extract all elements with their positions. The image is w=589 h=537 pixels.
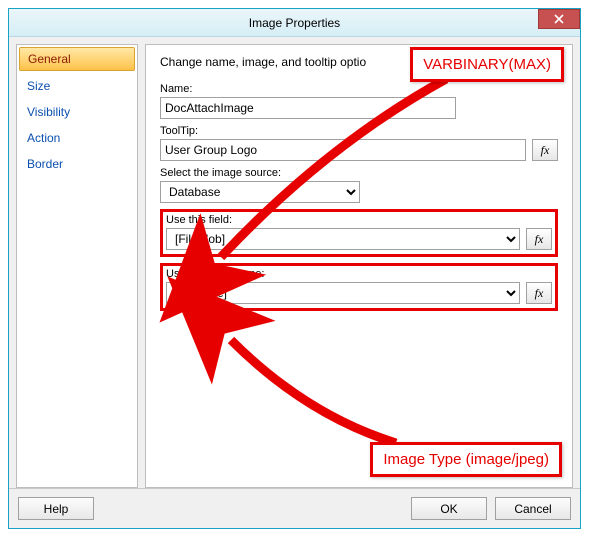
sidebar-item-action[interactable]: Action [19,127,135,149]
fx-icon: fx [535,232,544,247]
name-input[interactable] [160,97,456,119]
sidebar-item-visibility[interactable]: Visibility [19,101,135,123]
sidebar-item-border[interactable]: Border [19,153,135,175]
mime-fx-button[interactable]: fx [526,282,552,304]
sidebar-label: General [28,52,71,66]
image-properties-window: Image Properties General Size Visibility… [8,8,581,529]
sidebar-label: Action [27,131,60,145]
sidebar-item-general[interactable]: General [19,47,135,71]
field-label: Use this field: [166,214,552,226]
sidebar-label: Size [27,79,50,93]
close-icon [554,14,564,24]
tooltip-fx-button[interactable]: fx [532,139,558,161]
annotation-imagetype: Image Type (image/jpeg) [370,442,562,477]
image-source-select[interactable]: Database [160,181,360,203]
fx-icon: fx [541,143,550,158]
annotation-varbinary: VARBINARY(MAX) [410,47,564,82]
sidebar: General Size Visibility Action Border [16,44,138,488]
field-select[interactable]: [FileBlob] [166,228,520,250]
field-highlight: Use this field: [FileBlob] fx [160,209,558,257]
main-panel: Change name, image, and tooltip optio Na… [145,44,573,488]
titlebar: Image Properties [9,9,580,37]
sidebar-label: Visibility [27,105,70,119]
cancel-button[interactable]: Cancel [495,497,571,520]
source-label: Select the image source: [160,167,558,179]
close-button[interactable] [538,9,580,29]
sidebar-item-size[interactable]: Size [19,75,135,97]
help-button[interactable]: Help [18,497,94,520]
tooltip-input[interactable] [160,139,526,161]
field-fx-button[interactable]: fx [526,228,552,250]
dialog-body: General Size Visibility Action Border Ch… [9,37,580,488]
mime-highlight: Use this MIME type: [FileType] fx [160,263,558,311]
tooltip-label: ToolTip: [160,125,558,137]
sidebar-label: Border [27,157,63,171]
name-label: Name: [160,83,558,95]
mime-select[interactable]: [FileType] [166,282,520,304]
window-title: Image Properties [249,16,340,30]
mime-label: Use this MIME type: [166,268,552,280]
dialog-footer: Help OK Cancel [9,488,580,528]
ok-button[interactable]: OK [411,497,487,520]
fx-icon: fx [535,286,544,301]
